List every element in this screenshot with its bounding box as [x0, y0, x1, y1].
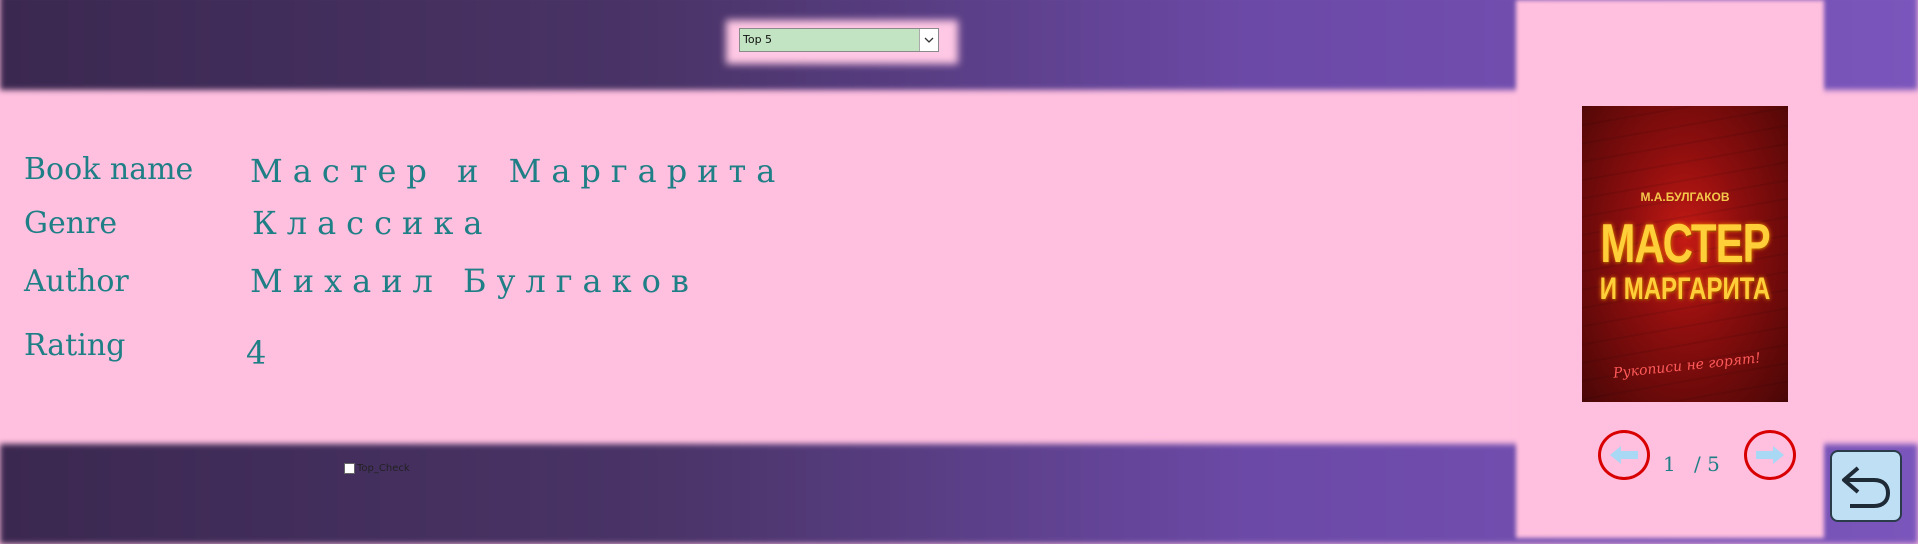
book-name-label: Book name — [24, 152, 194, 187]
author-label: Author — [24, 264, 129, 299]
top-check-control[interactable]: Top_Check — [344, 461, 410, 475]
page-total: / 5 — [1694, 452, 1720, 476]
dropdown-selected-value: Top 5 — [743, 33, 773, 46]
top-filter-dropdown[interactable]: Top 5 — [739, 28, 939, 52]
next-book-button[interactable] — [1744, 430, 1796, 480]
cover-author: М.А.БУЛГАКОВ — [1640, 190, 1730, 204]
rating-label: Rating — [24, 328, 126, 363]
cover-title-line1: МАСТЕР — [1600, 212, 1770, 274]
book-name-value: Мастер и Маргарита — [250, 152, 786, 190]
genre-value: Классика — [252, 204, 493, 242]
genre-label: Genre — [24, 206, 118, 241]
top-check-label: Top_Check — [357, 462, 410, 474]
prev-book-button[interactable] — [1598, 430, 1650, 480]
page-current: 1 — [1663, 452, 1676, 476]
top-check-checkbox[interactable] — [344, 462, 355, 474]
rating-value: 4 — [246, 334, 277, 372]
author-value: Михаил Булгаков — [250, 262, 699, 300]
back-button[interactable] — [1830, 450, 1902, 522]
cover-title-line2: И МАРГАРИТА — [1599, 271, 1771, 307]
arrow-left-icon — [1610, 446, 1638, 464]
chevron-down-icon[interactable] — [919, 29, 938, 51]
return-arrow-icon — [1842, 466, 1891, 508]
arrow-right-icon — [1756, 446, 1784, 464]
book-cover: М.А.БУЛГАКОВ МАСТЕР И МАРГАРИТА Рукописи… — [1582, 106, 1788, 402]
